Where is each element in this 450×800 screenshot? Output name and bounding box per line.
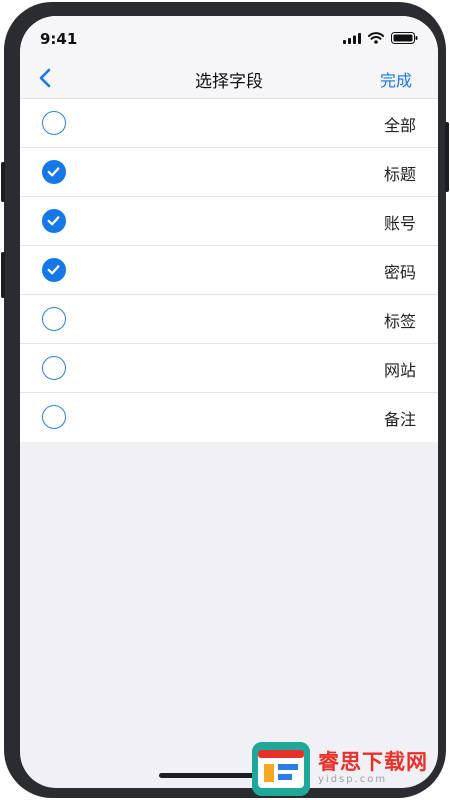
watermark-logo xyxy=(252,742,310,796)
field-row[interactable]: 全部 xyxy=(20,99,438,148)
field-label: 备注 xyxy=(383,410,416,429)
field-label: 全部 xyxy=(383,116,416,135)
checkmark-icon xyxy=(47,167,60,177)
volume-down-button xyxy=(1,252,5,298)
power-button xyxy=(445,122,449,192)
battery-icon xyxy=(391,32,418,44)
unchecked-circle-icon[interactable] xyxy=(42,307,66,331)
field-label: 密码 xyxy=(383,263,416,282)
checked-circle-icon[interactable] xyxy=(42,258,66,282)
field-row[interactable]: 标签 xyxy=(20,295,438,344)
watermark-logo-icon xyxy=(252,742,310,796)
unchecked-circle-icon[interactable] xyxy=(42,356,66,380)
page-title: 选择字段 xyxy=(195,72,263,92)
field-list: 全部标题账号密码标签网站备注 xyxy=(20,99,438,442)
checkmark-icon xyxy=(47,265,60,275)
field-row[interactable]: 网站 xyxy=(20,344,438,393)
checked-circle-icon[interactable] xyxy=(42,160,66,184)
field-row[interactable]: 备注 xyxy=(20,393,438,442)
signal-icon xyxy=(343,32,361,44)
wifi-icon xyxy=(368,32,384,44)
watermark-text: 睿思下载网 xyxy=(318,750,428,774)
field-row[interactable]: 密码 xyxy=(20,246,438,295)
field-label: 标题 xyxy=(383,165,416,184)
field-row[interactable]: 标题 xyxy=(20,148,438,197)
unchecked-circle-icon[interactable] xyxy=(42,111,66,135)
field-row[interactable]: 账号 xyxy=(20,197,438,246)
field-label: 账号 xyxy=(383,214,416,233)
field-label: 标签 xyxy=(383,312,416,331)
navigation-bar: 选择字段 完成 xyxy=(20,62,438,99)
status-bar: 9:41 xyxy=(20,16,438,62)
checkmark-icon xyxy=(47,216,60,226)
field-label: 网站 xyxy=(383,361,416,380)
unchecked-circle-icon[interactable] xyxy=(42,405,66,429)
status-time: 9:41 xyxy=(40,30,78,48)
watermark: 睿思下载网 yidsp.com xyxy=(248,740,448,800)
phone-frame: 9:41 选择字段 完成 全部 标题 账号 密码 标签 网站 备注 xyxy=(1,2,449,798)
volume-up-button xyxy=(1,162,5,202)
done-button[interactable]: 完成 xyxy=(380,67,412,91)
status-icons xyxy=(343,32,418,44)
screen: 9:41 选择字段 完成 全部 标题 账号 密码 标签 网站 备注 xyxy=(20,16,438,788)
watermark-url: yidsp.com xyxy=(318,774,388,785)
checked-circle-icon[interactable] xyxy=(42,209,66,233)
